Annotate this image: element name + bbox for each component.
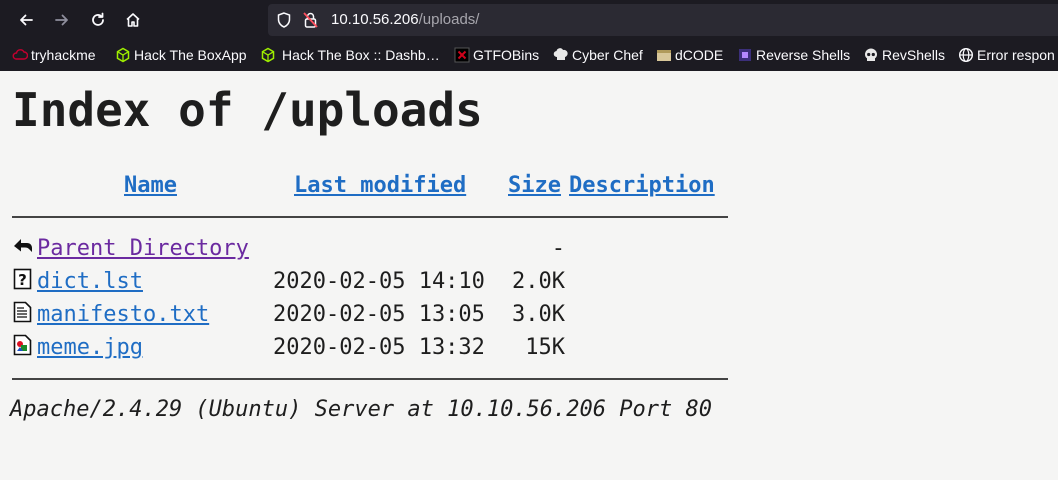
page-title: Index of /uploads: [12, 83, 483, 137]
skull-icon: [865, 48, 877, 61]
htb-cube-icon: [116, 47, 130, 63]
bookmark-label: RevShells: [882, 47, 946, 63]
globe-icon: [958, 47, 974, 63]
bookmark-hack-the-box-dashboard[interactable]: Hack The Box :: Dashb…: [260, 46, 440, 64]
bookmark-tryhackme[interactable]: tryhackme: [12, 46, 96, 64]
file-last-modified: 2020-02-05 13:32: [273, 335, 485, 360]
url-path: /uploads/: [418, 11, 480, 28]
server-signature: Apache/2.4.29 (Ubuntu) Server at 10.10.5…: [10, 397, 712, 422]
bookmark-label: tryhackme: [31, 47, 96, 63]
divider-bottom: [12, 378, 728, 380]
column-header-size[interactable]: Size: [508, 173, 561, 198]
home-icon: [126, 13, 140, 27]
bookmark-label: Hack The Box :: Dashb…: [282, 47, 440, 63]
column-header-last-modified[interactable]: Last modified: [294, 173, 466, 198]
home-button[interactable]: [119, 6, 147, 34]
bookmark-label: Hack The BoxApp: [134, 47, 247, 63]
back-button[interactable]: [12, 6, 40, 34]
shield-icon[interactable]: [277, 12, 291, 28]
file-last-modified: 2020-02-05 14:10: [273, 269, 485, 294]
parent-directory-link[interactable]: Parent Directory: [37, 236, 249, 261]
reload-icon: [92, 12, 104, 26]
file-size: -: [551, 236, 565, 261]
page-content: Index of /uploads Name Last modified Siz…: [0, 71, 1058, 480]
file-link-dict-lst[interactable]: dict.lst: [37, 269, 143, 294]
text-file-icon: [13, 301, 32, 323]
file-link-manifesto-txt[interactable]: manifesto.txt: [37, 302, 209, 327]
bookmark-label: GTFOBins: [473, 47, 540, 63]
htb-cube-icon: [261, 47, 275, 63]
reverse-shells-icon: [739, 49, 751, 61]
file-size: 3.0K: [512, 302, 565, 327]
bookmark-cyber-chef[interactable]: Cyber Chef: [553, 46, 643, 64]
back-arrow-icon: [14, 239, 32, 252]
insecure-lock-icon[interactable]: [303, 11, 319, 29]
bookmark-label: Error respon: [977, 47, 1055, 63]
bookmark-error-response[interactable]: Error respon: [958, 46, 1055, 64]
bookmark-gtfobins[interactable]: GTFOBins: [454, 46, 539, 64]
browser-chrome: 10.10.56.206/uploads/ tryhackme Hack The…: [0, 0, 1058, 71]
forward-arrow-icon: [55, 14, 68, 26]
image-file-icon: [13, 334, 32, 356]
file-link-meme-jpg[interactable]: meme.jpg: [37, 335, 143, 360]
tryhackme-icon: [12, 49, 28, 60]
file-size: 2.0K: [512, 269, 565, 294]
url-host: 10.10.56.206: [331, 11, 419, 28]
bookmark-revshells[interactable]: RevShells: [863, 46, 945, 64]
address-bar[interactable]: 10.10.56.206/uploads/: [268, 4, 1058, 36]
file-size: 15K: [525, 335, 565, 360]
dcode-icon: [657, 50, 671, 61]
bookmark-reverse-shells[interactable]: Reverse Shells: [737, 46, 850, 64]
browser-toolbar: 10.10.56.206/uploads/: [0, 0, 1058, 40]
forward-button[interactable]: [48, 6, 76, 34]
bookmark-label: dCODE: [675, 47, 724, 63]
unknown-file-icon: ?: [13, 268, 32, 290]
reload-button[interactable]: [84, 6, 112, 34]
bookmark-label: Reverse Shells: [756, 47, 851, 63]
column-header-name[interactable]: Name: [124, 173, 177, 198]
url-text[interactable]: 10.10.56.206/uploads/: [331, 11, 479, 28]
divider-top: [12, 216, 728, 218]
file-last-modified: 2020-02-05 13:05: [273, 302, 485, 327]
bookmark-hack-the-box-app[interactable]: Hack The BoxApp: [115, 46, 247, 64]
svg-text:?: ?: [18, 271, 27, 289]
bookmark-label: Cyber Chef: [572, 47, 643, 63]
chef-hat-icon: [553, 48, 568, 60]
gtfobins-icon: [454, 47, 470, 63]
back-arrow-icon: [20, 14, 33, 26]
bookmarks-toolbar: tryhackme Hack The BoxApp Hack The Box :…: [0, 40, 1058, 71]
bookmark-dcode[interactable]: dCODE: [656, 46, 723, 64]
column-header-description[interactable]: Description: [569, 173, 715, 198]
